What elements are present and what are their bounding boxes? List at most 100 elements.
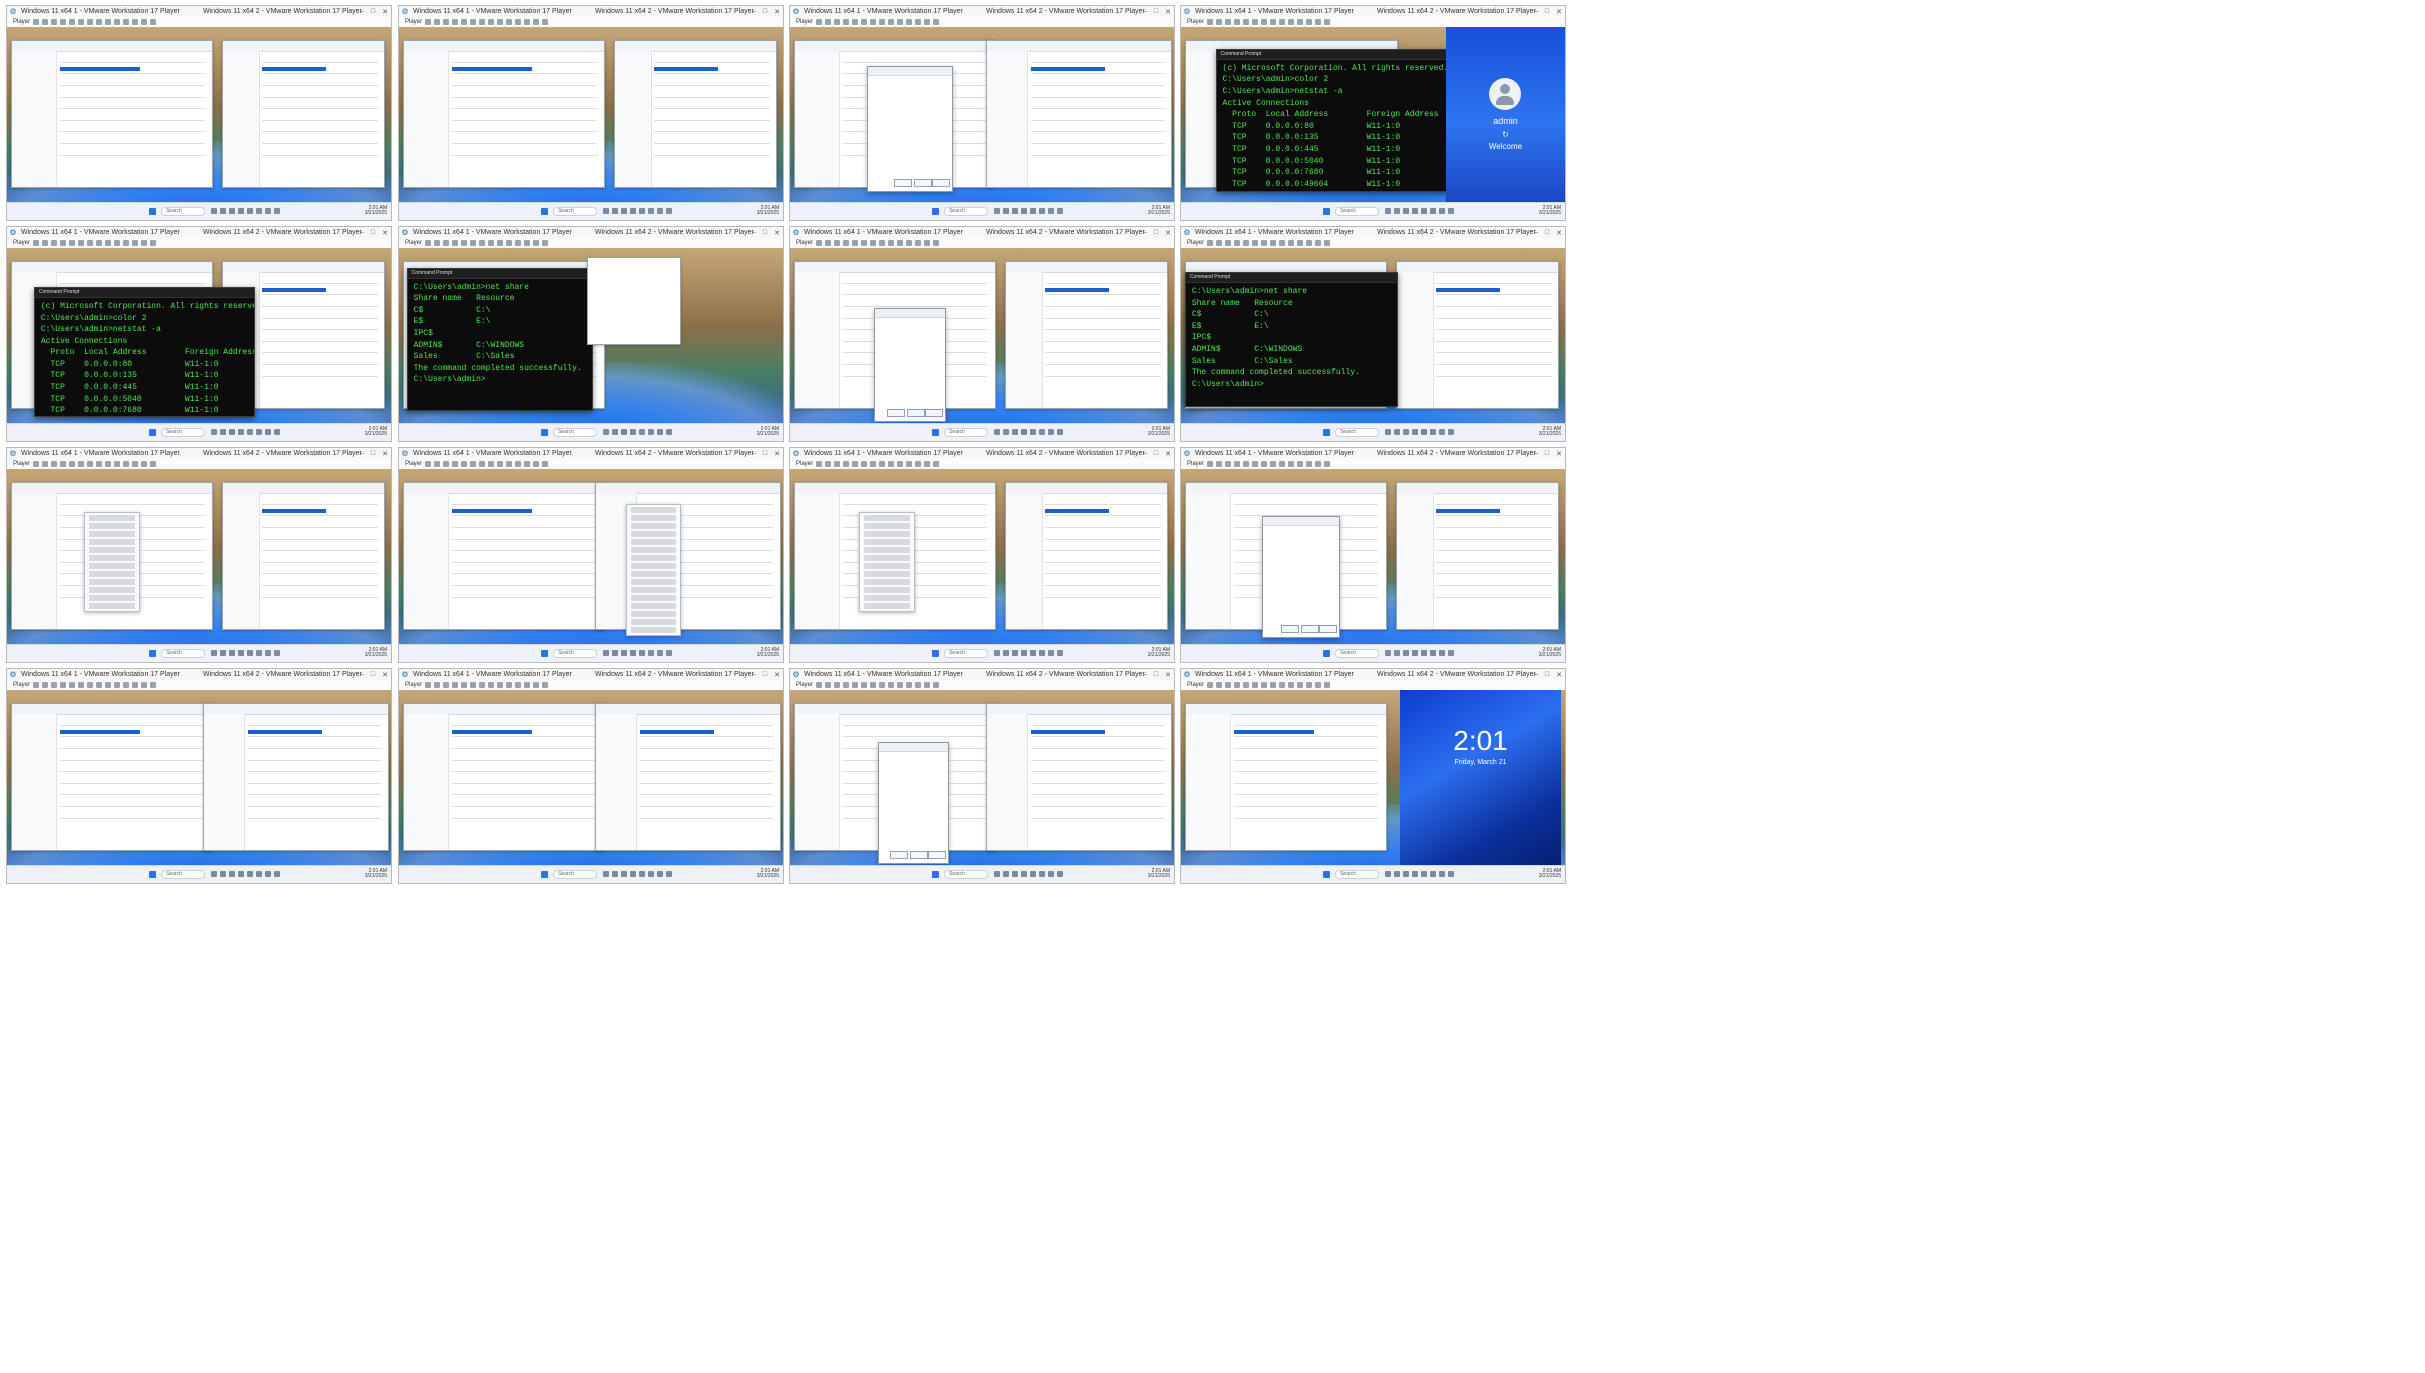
menu-item[interactable] (630, 594, 677, 601)
toolbar-icon[interactable] (51, 19, 58, 26)
app-icon[interactable] (1448, 871, 1455, 878)
toolbar-icon[interactable] (897, 682, 904, 689)
navigation-pane[interactable] (986, 714, 1029, 850)
app-icon[interactable] (1394, 208, 1401, 215)
toolbar-icon[interactable] (488, 19, 495, 26)
list-row[interactable] (59, 747, 204, 749)
app-icon[interactable] (657, 429, 664, 436)
app-icon[interactable] (657, 871, 664, 878)
list-row[interactable] (640, 747, 773, 749)
toolbar-icon[interactable] (69, 461, 76, 468)
toolbar-icon[interactable] (870, 682, 877, 689)
app-icon[interactable] (1439, 650, 1446, 657)
toolbar-icon[interactable] (42, 682, 49, 689)
toolbar-icon[interactable] (816, 461, 823, 468)
list-row[interactable] (1435, 375, 1552, 377)
toolbar-icon[interactable] (906, 461, 913, 468)
app-icon[interactable] (603, 650, 610, 657)
app-icon[interactable] (229, 871, 236, 878)
app-icon[interactable] (1394, 871, 1401, 878)
toolbar-icon[interactable] (114, 19, 121, 26)
toolbar-icon[interactable] (1252, 19, 1259, 26)
list-row[interactable] (59, 724, 204, 726)
context-menu[interactable] (859, 512, 915, 613)
start-icon[interactable] (1323, 649, 1331, 657)
close-icon[interactable]: ✕ (774, 450, 780, 458)
selected-row[interactable] (1044, 509, 1110, 513)
app-icon[interactable] (1412, 208, 1419, 215)
window-controls[interactable]: – □ ✕ (1143, 448, 1171, 459)
system-tray-clock[interactable]: 2:01 AM 3/21/2025 (1539, 205, 1561, 217)
list-row[interactable] (261, 503, 378, 505)
list-row[interactable] (640, 782, 773, 784)
list-row[interactable] (59, 771, 204, 773)
toolbar-icon[interactable] (1216, 461, 1223, 468)
toolbar-icon[interactable] (1306, 19, 1313, 26)
toolbar-icon[interactable] (879, 461, 886, 468)
navigation-pane[interactable] (794, 51, 840, 187)
list-row[interactable] (261, 131, 378, 133)
toolbar-icon[interactable] (1216, 240, 1223, 247)
list-row[interactable] (653, 84, 770, 86)
menu-item[interactable] (864, 563, 910, 570)
list-row[interactable] (59, 84, 204, 86)
toolbar-icon[interactable] (1297, 240, 1304, 247)
list-row[interactable] (451, 782, 596, 784)
file-explorer-window[interactable] (1005, 482, 1169, 630)
list-row[interactable] (451, 724, 596, 726)
toolbar-icon[interactable] (897, 461, 904, 468)
toolbar-icon[interactable] (897, 19, 904, 26)
app-icon[interactable] (621, 650, 628, 657)
selected-row[interactable] (59, 67, 140, 71)
computer-management-window[interactable] (614, 40, 778, 188)
player-menu[interactable]: Player (13, 682, 30, 688)
selected-row[interactable] (261, 509, 327, 513)
app-icon[interactable] (1394, 650, 1401, 657)
file-explorer-window[interactable] (402, 703, 605, 851)
app-icon[interactable] (265, 871, 272, 878)
lock-screen-clock[interactable]: 2:01 Friday, March 21 (1399, 689, 1562, 866)
toolbar-icon[interactable] (542, 461, 549, 468)
toolbar-icon[interactable] (1216, 682, 1223, 689)
list-row[interactable] (842, 503, 987, 505)
toolbar-icon[interactable] (87, 240, 94, 247)
list-row[interactable] (261, 119, 378, 121)
start-icon[interactable] (1323, 428, 1331, 436)
start-icon[interactable] (932, 870, 940, 878)
toolbar-icon[interactable] (1252, 682, 1259, 689)
toolbar-icon[interactable] (1306, 240, 1313, 247)
toolbar-icon[interactable] (915, 19, 922, 26)
player-menu[interactable]: Player (796, 682, 813, 688)
toolbar-icon[interactable] (443, 461, 450, 468)
app-icon[interactable] (247, 429, 254, 436)
app-icon[interactable] (229, 429, 236, 436)
list-row[interactable] (451, 61, 596, 63)
minimize-icon[interactable]: – (752, 8, 756, 15)
list-row[interactable] (1044, 596, 1161, 598)
toolbar-icon[interactable] (479, 240, 486, 247)
ok-button[interactable] (890, 850, 909, 859)
list-row[interactable] (653, 73, 770, 75)
player-menu[interactable]: Player (405, 461, 422, 467)
list-row[interactable] (59, 736, 204, 738)
menu-item[interactable] (88, 515, 135, 522)
toolbar-icon[interactable] (1297, 19, 1304, 26)
taskbar-search[interactable]: Search (944, 869, 989, 879)
list-row[interactable] (653, 61, 770, 63)
app-icon[interactable] (994, 208, 1001, 215)
list-row[interactable] (261, 561, 378, 563)
window-controls[interactable]: – □ ✕ (752, 448, 780, 459)
selected-row[interactable] (1435, 509, 1501, 513)
app-icon[interactable] (1048, 429, 1055, 436)
system-tray-clock[interactable]: 2:01 AM 3/21/2025 (1539, 647, 1561, 659)
app-icon[interactable] (220, 208, 227, 215)
list-row[interactable] (1435, 538, 1552, 540)
menu-item[interactable] (630, 578, 677, 585)
close-icon[interactable]: ✕ (1165, 229, 1171, 237)
menu-item[interactable] (864, 547, 910, 554)
toolbar-icon[interactable] (488, 682, 495, 689)
toolbar-icon[interactable] (1243, 19, 1250, 26)
toolbar-icon[interactable] (1261, 461, 1268, 468)
app-icon[interactable] (657, 650, 664, 657)
app-icon[interactable] (265, 429, 272, 436)
